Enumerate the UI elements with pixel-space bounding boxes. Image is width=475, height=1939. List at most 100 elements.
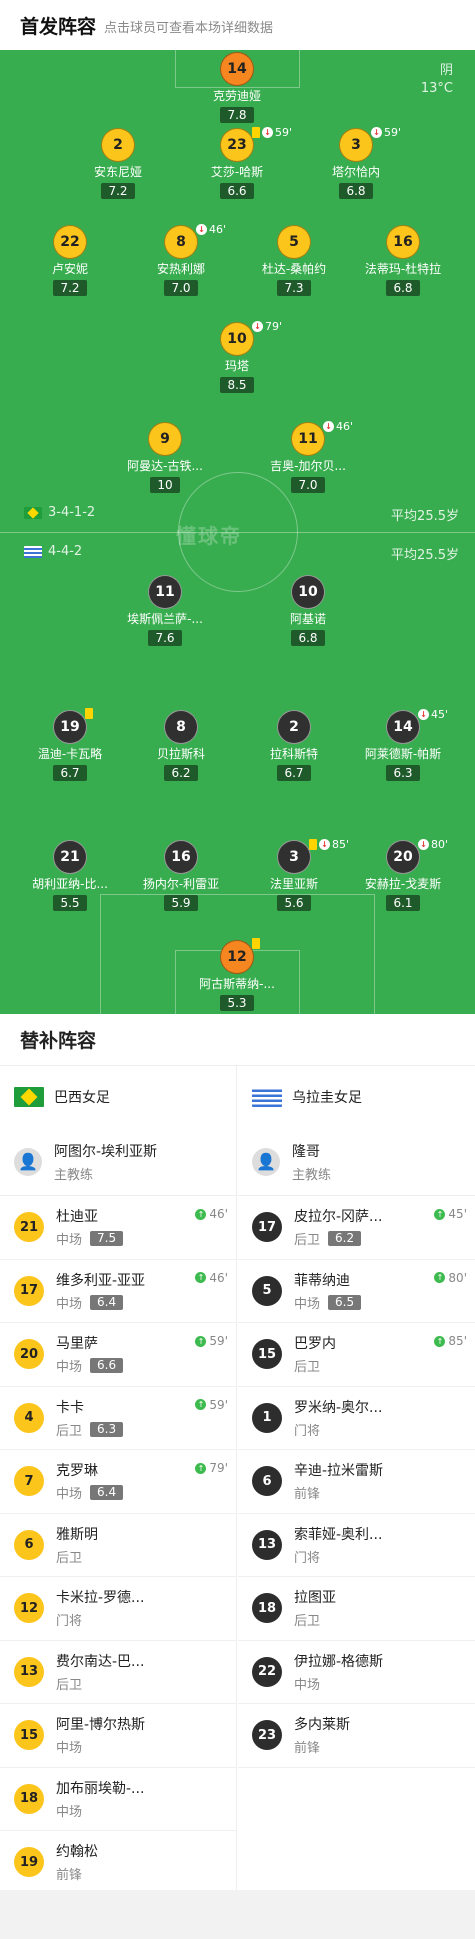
player-number: 16 xyxy=(386,225,420,259)
sub-events: ↑ 59' xyxy=(195,1398,228,1412)
sub-out-icon: ↓ xyxy=(418,709,429,720)
sub-events: ↑ 59' xyxy=(195,1334,228,1348)
sub-player-row[interactable]: 22 伊拉娜-格德斯 中场 xyxy=(238,1641,475,1704)
sub-player-row[interactable]: 6 雅斯明 后卫 xyxy=(0,1514,236,1577)
away-team-header: 乌拉圭女足 xyxy=(238,1066,475,1128)
home-team-name: 巴西女足 xyxy=(54,1090,110,1106)
player-name: 马里萨 xyxy=(56,1336,98,1353)
player-position: 中场 xyxy=(56,1741,83,1757)
player-position: 门将 xyxy=(294,1550,321,1566)
sub-player-row[interactable]: 21 杜迪亚 中场 7.5 ↑ 46' xyxy=(0,1196,236,1260)
player-card[interactable]: 3 ↓ 59' 塔尔恰内 6.8 xyxy=(291,126,421,199)
player-rating: 5.9 xyxy=(164,895,198,911)
player-card[interactable]: 9 阿曼达-古铁... 10 xyxy=(100,422,230,493)
home-coach[interactable]: 👤 阿图尔-埃利亚斯 主教练 xyxy=(0,1128,236,1196)
player-position: 前锋 xyxy=(56,1868,83,1884)
sub-in-icon: ↑ xyxy=(195,1208,207,1220)
player-rating: 6.6 xyxy=(220,183,254,199)
lineup-title: 首发阵容 xyxy=(20,15,97,38)
sub-player-row[interactable]: 6 辛迪-拉米雷斯 前锋 xyxy=(238,1450,475,1514)
player-rating: 7.3 xyxy=(277,280,311,296)
lineup-header: 首发阵容 点击球员可查看本场详细数据 xyxy=(0,0,475,50)
player-card[interactable]: 16 扬内尔-利雷亚 5.9 xyxy=(116,840,246,911)
sub-player-row[interactable]: 4 卡卡 后卫 6.3 ↑ 59' xyxy=(0,1387,236,1450)
player-name: 约翰松 xyxy=(56,1844,98,1861)
sub-player-row[interactable]: 13 索菲娅-奥利... 门将 xyxy=(238,1514,475,1577)
player-rating: 6.4 xyxy=(90,1485,124,1501)
player-card[interactable]: 8 贝拉斯科 6.2 xyxy=(116,710,246,781)
player-rating: 10 xyxy=(150,477,180,493)
event-minute: 59' xyxy=(275,126,293,139)
player-rating: 6.1 xyxy=(386,895,420,911)
player-card[interactable]: 14 ↓ 45' 阿莱德斯-帕斯 6.3 xyxy=(338,708,468,781)
sub-out-icon: ↓ xyxy=(319,839,330,850)
player-rating: 7.8 xyxy=(220,107,254,123)
away-team-name: 乌拉圭女足 xyxy=(292,1090,362,1106)
sub-player-row[interactable]: 23 多内莱斯 前锋 xyxy=(238,1704,475,1768)
player-events: ↓ 46' xyxy=(196,223,226,236)
away-coach[interactable]: 👤 隆哥 主教练 xyxy=(238,1128,475,1196)
player-position: 后卫 xyxy=(56,1423,83,1439)
sub-player-row[interactable]: 5 菲蒂纳迪 中场 6.5 ↑ 80' xyxy=(238,1260,475,1323)
coach-avatar: 👤 xyxy=(252,1147,280,1176)
sub-player-row[interactable]: 18 加布丽埃勒-... 中场 xyxy=(0,1768,236,1831)
home-subs-column: 巴西女足 👤 阿图尔-埃利亚斯 主教练 21 杜迪亚 中场 7.5 ↑ 46' 17 维多利亚-… xyxy=(0,1066,237,1895)
player-card[interactable]: 14 克劳迪娅 7.8 xyxy=(172,52,302,123)
coach-name: 阿图尔-埃利亚斯 xyxy=(54,1143,158,1160)
player-card[interactable]: 2 安东尼娅 7.2 xyxy=(53,128,183,199)
sub-player-row[interactable]: 17 皮拉尔-冈萨... 后卫 6.2 ↑ 45' xyxy=(238,1196,475,1260)
player-number: 10 xyxy=(291,575,325,609)
player-rating: 6.3 xyxy=(386,765,420,781)
player-card[interactable]: 16 法蒂玛-杜特拉 6.8 xyxy=(338,225,468,296)
player-card[interactable]: 23 ↓ 59' 艾莎-哈斯 6.6 xyxy=(172,126,302,199)
player-number: 3 xyxy=(339,128,373,162)
player-number: 12 xyxy=(14,1593,44,1624)
sub-player-row[interactable]: 17 维多利亚-亚亚 中场 6.4 ↑ 46' xyxy=(0,1260,236,1323)
player-name: 拉图亚 xyxy=(294,1590,336,1607)
player-events: ↓ 45' xyxy=(418,708,448,721)
home-formation: 3-4-1-2 xyxy=(24,505,95,520)
player-card[interactable]: 11 ↓ 46' 吉奥-加尔贝... 7.0 xyxy=(243,420,373,493)
player-rating: 6.7 xyxy=(277,765,311,781)
player-name: 巴罗内 xyxy=(294,1336,336,1353)
player-number: 19 xyxy=(53,710,87,744)
sub-player-row[interactable]: 15 巴罗内 后卫 ↑ 85' xyxy=(238,1323,475,1387)
sub-in-icon: ↑ xyxy=(195,1335,207,1347)
home-average-age: 平均25.5岁 xyxy=(391,509,459,524)
home-subs-list: 21 杜迪亚 中场 7.5 ↑ 46' 17 维多利亚-亚亚 中场 6.4 ↑ 46' 20 马里萨 中场 6… xyxy=(0,1196,236,1895)
player-rating: 7.2 xyxy=(53,280,87,296)
player-card[interactable]: 12 阿古斯蒂纳-... 5.3 xyxy=(172,938,302,1011)
player-position: 中场 xyxy=(56,1233,83,1249)
player-name: 雅斯明 xyxy=(56,1526,98,1543)
player-name: 维多利亚-亚亚 xyxy=(56,1272,146,1289)
player-number: 22 xyxy=(53,225,87,259)
sub-player-row[interactable]: 20 马里萨 中场 6.6 ↑ 59' xyxy=(0,1323,236,1387)
sub-player-row[interactable]: 7 克罗琳 中场 6.4 ↑ 79' xyxy=(0,1450,236,1514)
player-rating: 6.2 xyxy=(328,1231,362,1247)
sub-player-row[interactable]: 1 罗米纳-奥尔... 门将 xyxy=(238,1387,475,1450)
sub-player-row[interactable]: 19 约翰松 前锋 xyxy=(0,1831,236,1895)
player-name: 卡米拉-罗德... xyxy=(56,1590,145,1607)
sub-player-row[interactable]: 18 拉图亚 后卫 xyxy=(238,1577,475,1641)
player-card[interactable]: 20 ↓ 80' 安赫拉-戈麦斯 6.1 xyxy=(338,838,468,911)
player-card[interactable]: 11 埃斯佩兰萨-... 7.6 xyxy=(100,575,230,646)
player-name: 塔尔恰内 xyxy=(331,165,380,179)
sub-player-row[interactable]: 12 卡米拉-罗德... 门将 xyxy=(0,1577,236,1641)
player-card[interactable]: 10 阿基诺 6.8 xyxy=(243,575,373,646)
player-card[interactable]: 10 ↓ 79' 玛塔 8.5 xyxy=(172,320,302,393)
player-card[interactable]: 8 ↓ 46' 安热利娜 7.0 xyxy=(116,223,246,296)
sub-out-icon: ↓ xyxy=(323,421,334,432)
player-position: 后卫 xyxy=(294,1614,321,1630)
yellow-card-icon xyxy=(252,938,260,949)
sub-events: ↑ 80' xyxy=(434,1271,467,1285)
player-events xyxy=(252,938,260,949)
event-minute: 79' xyxy=(265,320,283,333)
sub-player-row[interactable]: 13 费尔南达-巴... 后卫 xyxy=(0,1641,236,1704)
player-rating: 6.8 xyxy=(386,280,420,296)
player-number: 17 xyxy=(14,1275,44,1306)
sub-in-icon: ↑ xyxy=(195,1462,207,1474)
player-number: 8 xyxy=(164,710,198,744)
player-position: 门将 xyxy=(56,1614,83,1630)
player-number: 13 xyxy=(14,1656,44,1687)
sub-player-row[interactable]: 15 阿里-博尔热斯 中场 xyxy=(0,1704,236,1768)
